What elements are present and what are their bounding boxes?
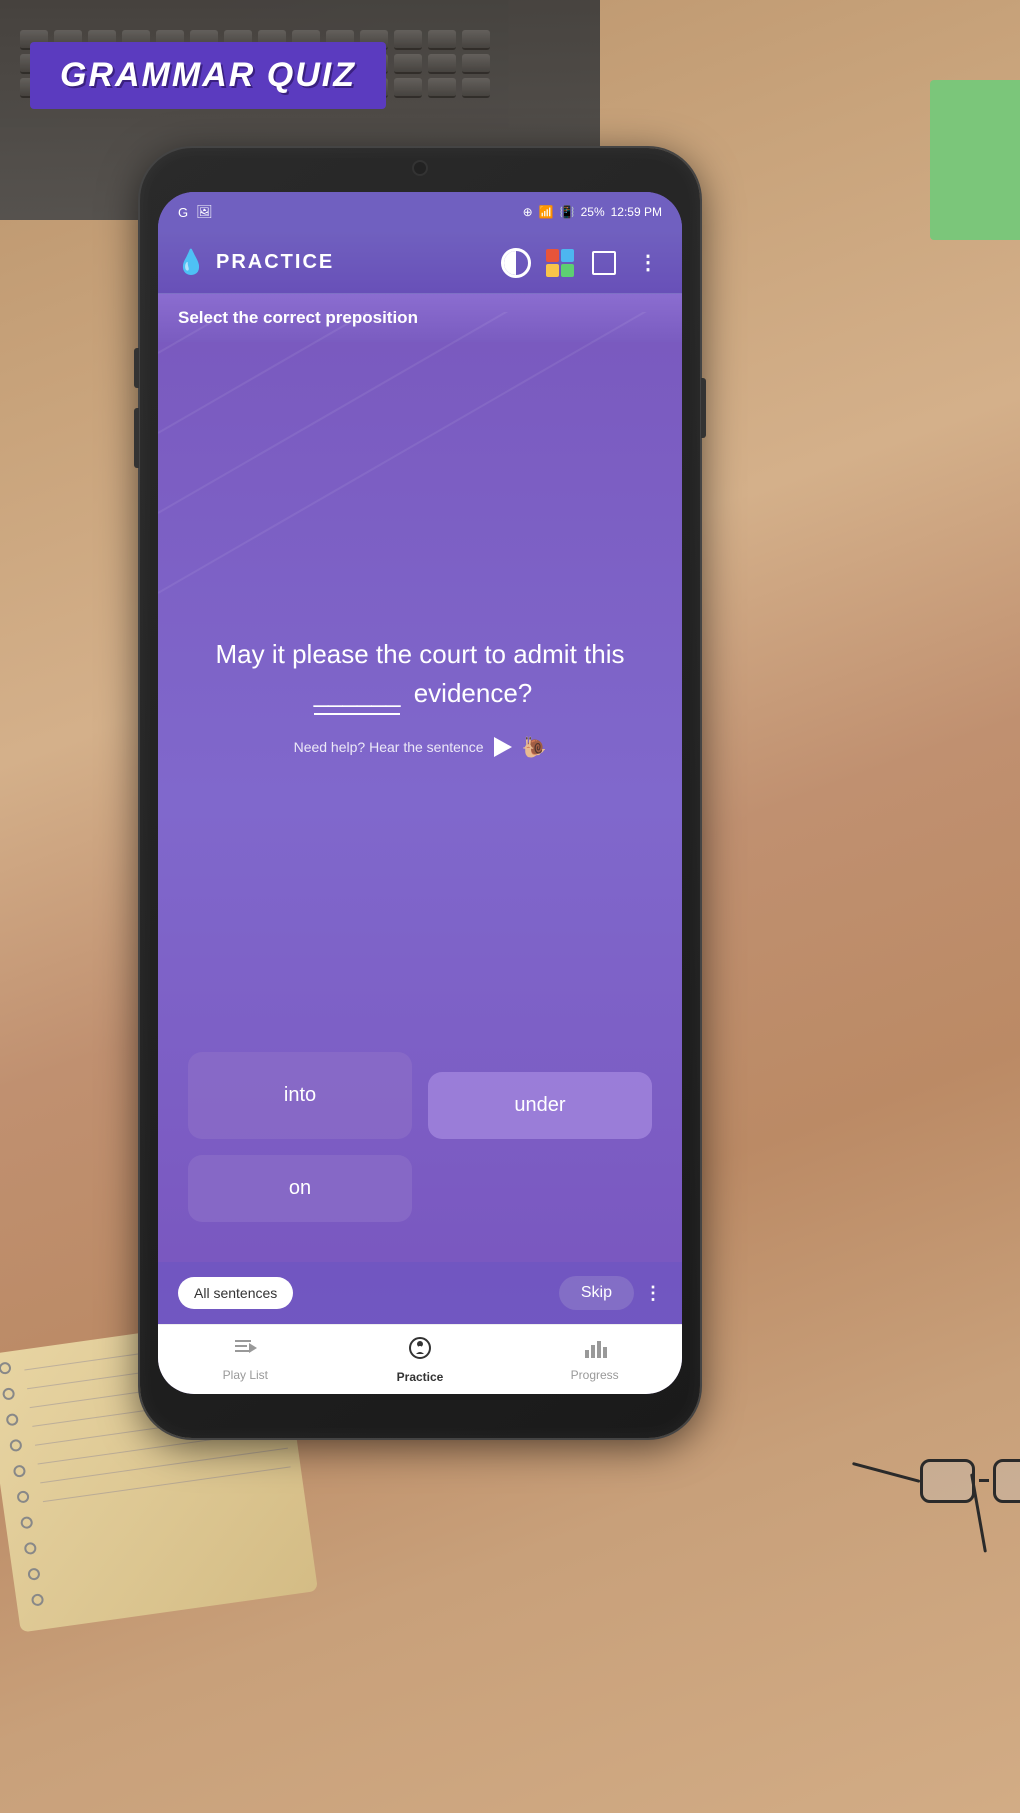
answer-button-under[interactable]: under: [428, 1072, 652, 1139]
spiral-ring: [20, 1516, 34, 1530]
skip-button[interactable]: Skip: [559, 1276, 634, 1310]
audio-help-row: Need help? Hear the sentence 🐌: [294, 735, 547, 760]
all-sentences-button[interactable]: All sentences: [178, 1277, 293, 1309]
header-icons: ⋮: [500, 247, 664, 279]
app-header: 💧 PRACTICE: [158, 232, 682, 294]
volume-down-button: [134, 408, 139, 468]
spiral-ring: [0, 1361, 12, 1375]
clock: 12:59 PM: [611, 205, 662, 219]
answers-grid: into under on: [188, 1032, 652, 1242]
spiral-ring: [27, 1567, 41, 1581]
key: [428, 78, 456, 98]
puzzle-button[interactable]: [544, 247, 576, 279]
bottom-navigation: Play List Practice: [158, 1324, 682, 1394]
nav-item-playlist[interactable]: Play List: [158, 1338, 333, 1382]
banner-title: GRAMMAR QUIZ: [60, 56, 356, 94]
spiral-ring: [24, 1542, 38, 1556]
app-title: PRACTICE: [216, 251, 490, 274]
timer-button[interactable]: [500, 247, 532, 279]
expand-icon: [592, 251, 616, 275]
key: [428, 30, 456, 50]
wifi-icon: 📶: [539, 205, 554, 219]
notebook-line: [40, 1448, 288, 1484]
practice-nav-label: Practice: [397, 1370, 444, 1384]
nav-item-practice[interactable]: Practice: [333, 1336, 508, 1384]
key: [462, 54, 490, 74]
notepad-decoration: [930, 80, 1020, 240]
app-logo-icon: 💧: [176, 245, 206, 281]
puzzle-icon: [546, 249, 574, 277]
spiral-ring: [9, 1439, 23, 1453]
playlist-nav-label: Play List: [223, 1368, 268, 1382]
glasses-decoration: [840, 1363, 1000, 1563]
status-bar-right: ⊕ 📶 📳 25% 12:59 PM: [523, 205, 662, 219]
progress-nav-icon: [583, 1338, 607, 1364]
answer-button-on[interactable]: on: [188, 1155, 412, 1222]
status-bar: G 🖼 ⊕ 📶 📳 25% 12:59 PM: [158, 192, 682, 232]
location-status-icon: ⊕: [523, 205, 533, 219]
more-options-icon: ⋮: [638, 250, 658, 275]
playlist-nav-icon: [233, 1338, 257, 1364]
timer-icon: [501, 248, 531, 278]
spiral-ring: [13, 1464, 27, 1478]
image-status-icon: 🖼: [196, 204, 213, 220]
screen-bottom-bar: All sentences Skip ⋮: [158, 1262, 682, 1324]
spiral-ring: [31, 1593, 45, 1607]
battery-level: 25%: [581, 205, 605, 219]
expand-button[interactable]: [588, 247, 620, 279]
phone-device: G 🖼 ⊕ 📶 📳 25% 12:59 PM 💧 PRACTICE: [140, 148, 700, 1438]
grammar-quiz-banner: GRAMMAR QUIZ: [30, 42, 386, 109]
front-camera: [412, 160, 428, 176]
play-audio-button[interactable]: [494, 737, 512, 757]
key: [394, 30, 422, 50]
volume-up-button: [134, 348, 139, 388]
spiral-ring: [5, 1413, 19, 1427]
notebook-line: [43, 1466, 291, 1502]
spiral-ring: [2, 1387, 16, 1401]
google-status-icon: G: [178, 205, 188, 220]
key: [394, 78, 422, 98]
screen-decoration: [158, 312, 682, 712]
skip-area: Skip ⋮: [559, 1276, 662, 1310]
answer-button-into[interactable]: into: [188, 1052, 412, 1139]
key: [394, 54, 422, 74]
more-options-button[interactable]: ⋮: [632, 247, 664, 279]
signal-icon: 📳: [560, 205, 575, 219]
timer-half: [504, 251, 516, 275]
spiral-ring: [16, 1490, 30, 1504]
key: [462, 78, 490, 98]
bottom-more-button[interactable]: ⋮: [644, 1283, 662, 1304]
audio-help-text: Need help? Hear the sentence: [294, 739, 484, 755]
progress-nav-label: Progress: [571, 1368, 619, 1382]
status-bar-left: G 🖼: [178, 204, 213, 220]
power-button: [701, 378, 706, 438]
nav-item-progress[interactable]: Progress: [507, 1338, 682, 1382]
slow-speed-icon[interactable]: 🐌: [522, 735, 547, 760]
key: [428, 54, 456, 74]
phone-screen: G 🖼 ⊕ 📶 📳 25% 12:59 PM 💧 PRACTICE: [158, 192, 682, 1394]
key: [462, 30, 490, 50]
practice-nav-icon: [408, 1336, 432, 1366]
